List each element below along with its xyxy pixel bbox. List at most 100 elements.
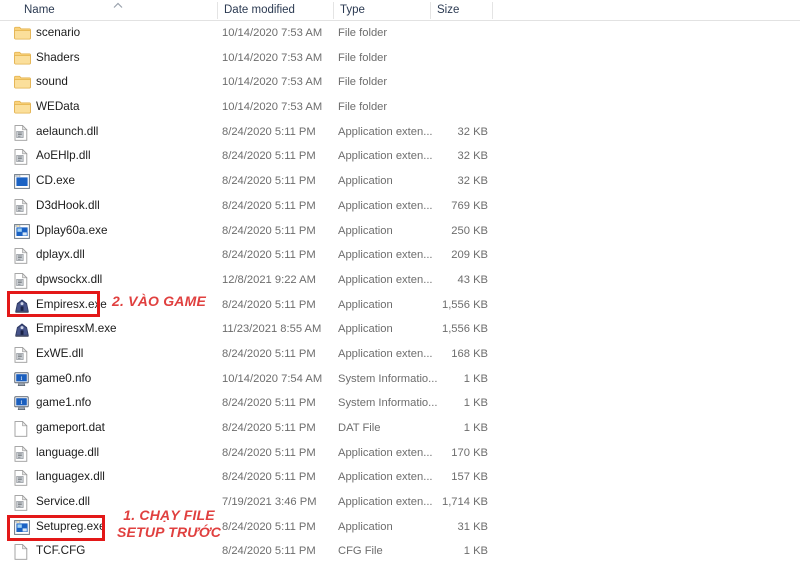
file-type: DAT File bbox=[338, 422, 381, 434]
column-header-bar: Name Date modified Type Size bbox=[0, 0, 800, 21]
column-header-date-modified[interactable]: Date modified bbox=[224, 0, 295, 20]
file-name[interactable]: D3dHook.dll bbox=[36, 194, 100, 219]
column-header-name[interactable]: Name bbox=[24, 0, 55, 20]
file-name[interactable]: Dplay60a.exe bbox=[36, 219, 107, 244]
file-name[interactable]: game0.nfo bbox=[36, 367, 91, 392]
file-date-modified: 12/8/2021 9:22 AM bbox=[222, 273, 316, 286]
file-size: 1,556 KB bbox=[441, 298, 488, 311]
table-row[interactable]: AoEHlp.dll 8/24/2020 5:11 PM Application e… bbox=[0, 144, 800, 169]
file-size: 1 KB bbox=[463, 397, 488, 410]
table-row[interactable]: EmpiresxM.exe 11/23/2021 8:55 AM Applicati… bbox=[0, 317, 800, 342]
file-date-modified: 8/24/2020 5:11 PM bbox=[222, 125, 316, 138]
table-row[interactable]: TCF.CFG 8/24/2020 5:11 PM CFG File 1 KB bbox=[0, 539, 800, 564]
table-row[interactable]: sound 10/14/2020 7:53 AM File folder bbox=[0, 70, 800, 95]
dll-file-icon bbox=[14, 124, 30, 141]
file-size: 1 KB bbox=[463, 545, 488, 558]
file-size: 32 KB bbox=[457, 150, 488, 163]
table-row[interactable]: dplayx.dll 8/24/2020 5:11 PM Application e… bbox=[0, 243, 800, 268]
table-row[interactable]: ExWE.dll 8/24/2020 5:11 PM Application ext… bbox=[0, 342, 800, 367]
file-name[interactable]: languagex.dll bbox=[36, 465, 105, 490]
file-date-modified: 11/23/2021 8:55 AM bbox=[222, 323, 322, 336]
file-name[interactable]: ExWE.dll bbox=[36, 342, 83, 367]
file-size: 32 KB bbox=[457, 125, 488, 138]
file-name[interactable]: sound bbox=[36, 70, 68, 95]
column-divider-1[interactable] bbox=[217, 2, 218, 19]
file-name[interactable]: aelaunch.dll bbox=[36, 120, 98, 145]
file-name[interactable]: Setupreg.exe bbox=[36, 515, 106, 540]
column-divider-2[interactable] bbox=[333, 2, 334, 19]
table-row[interactable]: i game0.nfo 10/14/2020 7:54 AM System Infor… bbox=[0, 367, 800, 392]
file-size: 1 KB bbox=[463, 372, 488, 385]
file-name[interactable]: Shaders bbox=[36, 46, 80, 71]
file-size: 43 KB bbox=[457, 273, 488, 286]
table-row[interactable]: scenario 10/14/2020 7:53 AM File folder bbox=[0, 21, 800, 46]
file-date-modified: 10/14/2020 7:53 AM bbox=[222, 101, 323, 114]
file-name[interactable]: AoEHlp.dll bbox=[36, 144, 91, 169]
table-row[interactable]: D3dHook.dll 8/24/2020 5:11 PM Application … bbox=[0, 194, 800, 219]
table-row[interactable]: gameport.dat 8/24/2020 5:11 PM DAT File 1 K… bbox=[0, 416, 800, 441]
file-date-modified: 8/24/2020 5:11 PM bbox=[222, 175, 316, 188]
dll-file-icon bbox=[14, 248, 30, 264]
file-name[interactable]: game1.nfo bbox=[36, 391, 91, 416]
file-type: File folder bbox=[338, 76, 388, 89]
file-date-modified: 8/24/2020 5:11 PM bbox=[222, 397, 316, 410]
file-type: Application bbox=[338, 520, 393, 533]
file-name[interactable]: dplayx.dll bbox=[36, 243, 85, 268]
dll-file-icon bbox=[14, 149, 30, 166]
table-row[interactable]: dpwsockx.dll 12/8/2021 9:22 AM Application… bbox=[0, 268, 800, 293]
file-date-modified: 8/24/2020 5:11 PM bbox=[222, 224, 316, 237]
table-row[interactable]: language.dll 8/24/2020 5:11 PM Application… bbox=[0, 441, 800, 466]
file-size: 1,714 KB bbox=[441, 496, 488, 509]
game-castle-icon bbox=[14, 322, 30, 337]
annotation-step-1: 1. CHẠY FILE SETUP TRƯỚC bbox=[117, 507, 221, 541]
file-date-modified: 8/24/2020 5:11 PM bbox=[222, 545, 316, 558]
dll-file-icon bbox=[14, 198, 30, 215]
dll-file-icon bbox=[14, 470, 30, 487]
file-size: 31 KB bbox=[457, 520, 488, 533]
file-name[interactable]: language.dll bbox=[36, 441, 99, 466]
file-type: File folder bbox=[338, 27, 388, 39]
file-name[interactable]: scenario bbox=[36, 21, 80, 46]
file-size: 209 KB bbox=[451, 249, 488, 262]
table-row[interactable]: languagex.dll 8/24/2020 5:11 PM Applicatio… bbox=[0, 465, 800, 490]
folder-icon bbox=[14, 51, 31, 66]
table-row[interactable]: i game1.nfo 8/24/2020 5:11 PM System Inform… bbox=[0, 391, 800, 416]
table-row[interactable]: aelaunch.dll 8/24/2020 5:11 PM Application… bbox=[0, 120, 800, 145]
file-name[interactable]: Empiresx.exe bbox=[36, 293, 107, 318]
file-name[interactable]: gameport.dat bbox=[36, 416, 105, 441]
table-row[interactable]: Dplay60a.exe 8/24/2020 5:11 PM Application… bbox=[0, 219, 800, 244]
table-row[interactable]: CD.exe 8/24/2020 5:11 PM Application 32 KB bbox=[0, 169, 800, 194]
annotation-step-2: 2. VÀO GAME bbox=[112, 293, 206, 309]
file-date-modified: 8/24/2020 5:11 PM bbox=[222, 150, 316, 163]
system-info-icon: i bbox=[14, 396, 30, 411]
table-row[interactable]: WEData 10/14/2020 7:53 AM File folder bbox=[0, 95, 800, 120]
file-date-modified: 10/14/2020 7:53 AM bbox=[222, 76, 323, 89]
file-size: 1,556 KB bbox=[441, 323, 488, 336]
file-type: Application bbox=[338, 298, 393, 311]
file-name[interactable]: Service.dll bbox=[36, 490, 90, 515]
folder-icon bbox=[14, 100, 31, 115]
file-name[interactable]: WEData bbox=[36, 95, 80, 120]
dll-file-icon bbox=[14, 272, 30, 289]
file-name[interactable]: TCF.CFG bbox=[36, 539, 85, 564]
file-type: File folder bbox=[338, 51, 388, 64]
file-date-modified: 8/24/2020 5:11 PM bbox=[222, 520, 316, 533]
column-divider-3[interactable] bbox=[430, 2, 431, 19]
blank-file-icon bbox=[14, 544, 30, 561]
sort-ascending-icon[interactable] bbox=[112, 2, 124, 10]
system-info-icon: i bbox=[14, 371, 30, 387]
file-size bbox=[418, 95, 488, 120]
file-name[interactable]: EmpiresxM.exe bbox=[36, 317, 117, 342]
folder-icon bbox=[14, 75, 31, 90]
column-header-type[interactable]: Type bbox=[340, 0, 365, 20]
file-name[interactable]: dpwsockx.dll bbox=[36, 268, 102, 293]
application-blue-icon bbox=[14, 174, 30, 190]
column-divider-4[interactable] bbox=[492, 2, 493, 19]
column-header-size[interactable]: Size bbox=[437, 0, 459, 20]
file-name[interactable]: CD.exe bbox=[36, 169, 75, 194]
table-row[interactable]: Shaders 10/14/2020 7:53 AM File folder bbox=[0, 46, 800, 71]
file-type: Application bbox=[338, 175, 393, 188]
folder-icon bbox=[14, 26, 31, 41]
game-castle-icon bbox=[14, 298, 30, 313]
file-size: 250 KB bbox=[451, 224, 488, 237]
